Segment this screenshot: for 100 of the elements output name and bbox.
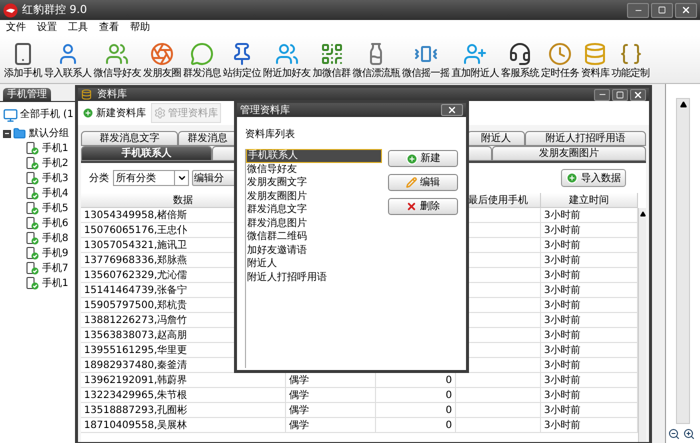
toolbar-button[interactable]: 群发消息 xyxy=(182,42,222,79)
tree-item[interactable]: 手机7 xyxy=(42,264,68,274)
toolbar-button[interactable]: 微信漂流瓶 xyxy=(352,42,401,79)
tab[interactable]: 群发消息文字 xyxy=(81,131,178,146)
window-title: 红豹群控 9.0 xyxy=(22,2,87,18)
toolbar-button[interactable]: 微信导好友 xyxy=(92,42,142,79)
zoom-out-icon[interactable] xyxy=(668,428,680,440)
tree-item[interactable]: 手机5 xyxy=(42,204,68,214)
tree-item[interactable]: 全部手机 (1 xyxy=(20,110,74,120)
dialog-button[interactable]: 编辑 xyxy=(388,174,458,191)
toolbar-button[interactable]: 功能定制 xyxy=(610,42,650,79)
filter-label: 分类 xyxy=(89,172,109,186)
person-plus-icon xyxy=(463,42,488,66)
close-button[interactable] xyxy=(441,104,463,116)
phone-check-icon xyxy=(26,277,39,290)
phone-check-icon xyxy=(26,157,39,170)
dialog-button[interactable]: 删除 xyxy=(388,198,458,215)
tree-item[interactable]: 默认分组 xyxy=(29,128,69,138)
maximize-button[interactable] xyxy=(651,2,673,18)
menu-item[interactable]: 工具 xyxy=(68,20,88,35)
table-cell: 偶学 xyxy=(286,388,376,403)
tree-item[interactable]: 手机1 xyxy=(42,278,68,288)
toolbar-button[interactable]: 定时任务 xyxy=(540,42,580,79)
plus-icon xyxy=(406,152,418,164)
tree-item[interactable]: 手机3 xyxy=(42,174,68,184)
menu-item[interactable]: 文件 xyxy=(6,20,26,35)
dialog-button[interactable]: 新建 xyxy=(388,150,458,167)
table-cell: 0 xyxy=(376,418,456,433)
list-item[interactable]: 手机联系人 xyxy=(246,149,382,162)
table-cell: 0 xyxy=(376,388,456,403)
pencil-icon xyxy=(406,177,417,188)
phone-check-icon xyxy=(26,187,39,200)
tab[interactable]: 手机联系人 xyxy=(81,146,212,161)
database-icon xyxy=(583,42,608,66)
chat-bubble-icon xyxy=(190,42,214,66)
table-cell: 13518887293,孔囿彬 xyxy=(81,403,286,418)
phone-check-icon xyxy=(26,172,39,185)
people-icon xyxy=(274,42,299,66)
tree-item[interactable]: 手机1 xyxy=(42,144,68,154)
scrollbar[interactable] xyxy=(638,208,646,442)
tree-item[interactable]: 手机6 xyxy=(42,218,68,228)
toolbar-button[interactable]: 新建资料库 xyxy=(80,103,148,123)
maximize-icon xyxy=(658,6,666,14)
qr-code-icon xyxy=(320,42,344,66)
close-button[interactable] xyxy=(630,88,646,100)
minimize-button[interactable] xyxy=(594,88,610,100)
aperture-icon xyxy=(150,42,174,66)
headset-icon xyxy=(508,42,532,66)
window-title: 资料库 xyxy=(97,88,127,102)
collapse-icon[interactable] xyxy=(3,130,11,138)
monitor-icon xyxy=(3,108,18,122)
phone-check-icon xyxy=(26,217,39,230)
phone-check-icon xyxy=(26,232,39,245)
toolbar-button[interactable]: 发朋友圈 xyxy=(142,42,182,79)
toolbar-button[interactable]: 添加手机 xyxy=(3,42,43,79)
phone-check-icon xyxy=(26,262,39,275)
toolbar-button[interactable]: 加微信群 xyxy=(312,42,352,79)
clock-icon xyxy=(548,42,572,66)
panel-tab[interactable]: 手机管理 xyxy=(3,88,51,101)
category-dropdown[interactable]: 所有分类 xyxy=(113,170,189,186)
phone-check-icon xyxy=(26,202,39,215)
toolbar-button[interactable]: 资料库 xyxy=(580,42,610,79)
plus-icon xyxy=(82,107,94,119)
dialog-title: 管理资料库 xyxy=(240,104,290,118)
menu-item[interactable]: 帮助 xyxy=(130,20,150,35)
tab[interactable]: 附近人 xyxy=(466,131,525,146)
folder-icon xyxy=(13,127,26,140)
tab[interactable]: 发朋友圈图片 xyxy=(492,146,646,161)
list-label: 资料库列表 xyxy=(245,128,296,142)
cross-icon xyxy=(406,201,417,212)
tree-item[interactable]: 手机9 xyxy=(42,248,68,258)
toolbar-button[interactable]: 直加附近人 xyxy=(450,42,500,79)
toolbar-button[interactable]: 导入联系人 xyxy=(43,42,92,79)
tab[interactable]: 附近人打招呼用语 xyxy=(524,131,646,146)
toolbar-button[interactable]: 站街定位 xyxy=(222,42,262,79)
code-file-icon xyxy=(618,42,642,66)
column-header[interactable]: 建立时间 xyxy=(541,193,638,208)
import-data-button[interactable]: 导入数据 xyxy=(561,169,626,187)
phone-check-icon xyxy=(26,247,39,260)
table-cell: 偶学 xyxy=(286,403,376,418)
gear-icon xyxy=(154,107,166,119)
maximize-button[interactable] xyxy=(612,88,628,100)
toolbar-button[interactable]: 附近加好友 xyxy=(262,42,312,79)
scroll-up-arrow-icon[interactable] xyxy=(680,101,686,108)
tree-item[interactable]: 手机4 xyxy=(42,188,68,198)
zoom-in-icon[interactable] xyxy=(683,428,695,440)
scrollbar[interactable] xyxy=(676,98,690,424)
scroll-up-arrow-icon[interactable] xyxy=(640,211,646,217)
toolbar-button[interactable]: 客服系统 xyxy=(500,42,540,79)
phone-check-icon xyxy=(26,142,39,155)
close-icon xyxy=(447,105,457,115)
menu-item[interactable]: 设置 xyxy=(37,20,57,35)
table-cell: 0 xyxy=(376,403,456,418)
tree-item[interactable]: 手机2 xyxy=(42,158,68,168)
plus-icon xyxy=(566,172,578,184)
tree-item[interactable]: 手机8 xyxy=(42,234,68,244)
close-button[interactable] xyxy=(675,2,697,18)
table-cell: 偶学 xyxy=(286,418,376,433)
toolbar-button[interactable]: 微信摇一摇 xyxy=(401,42,450,79)
menu-item[interactable]: 查看 xyxy=(99,20,119,35)
